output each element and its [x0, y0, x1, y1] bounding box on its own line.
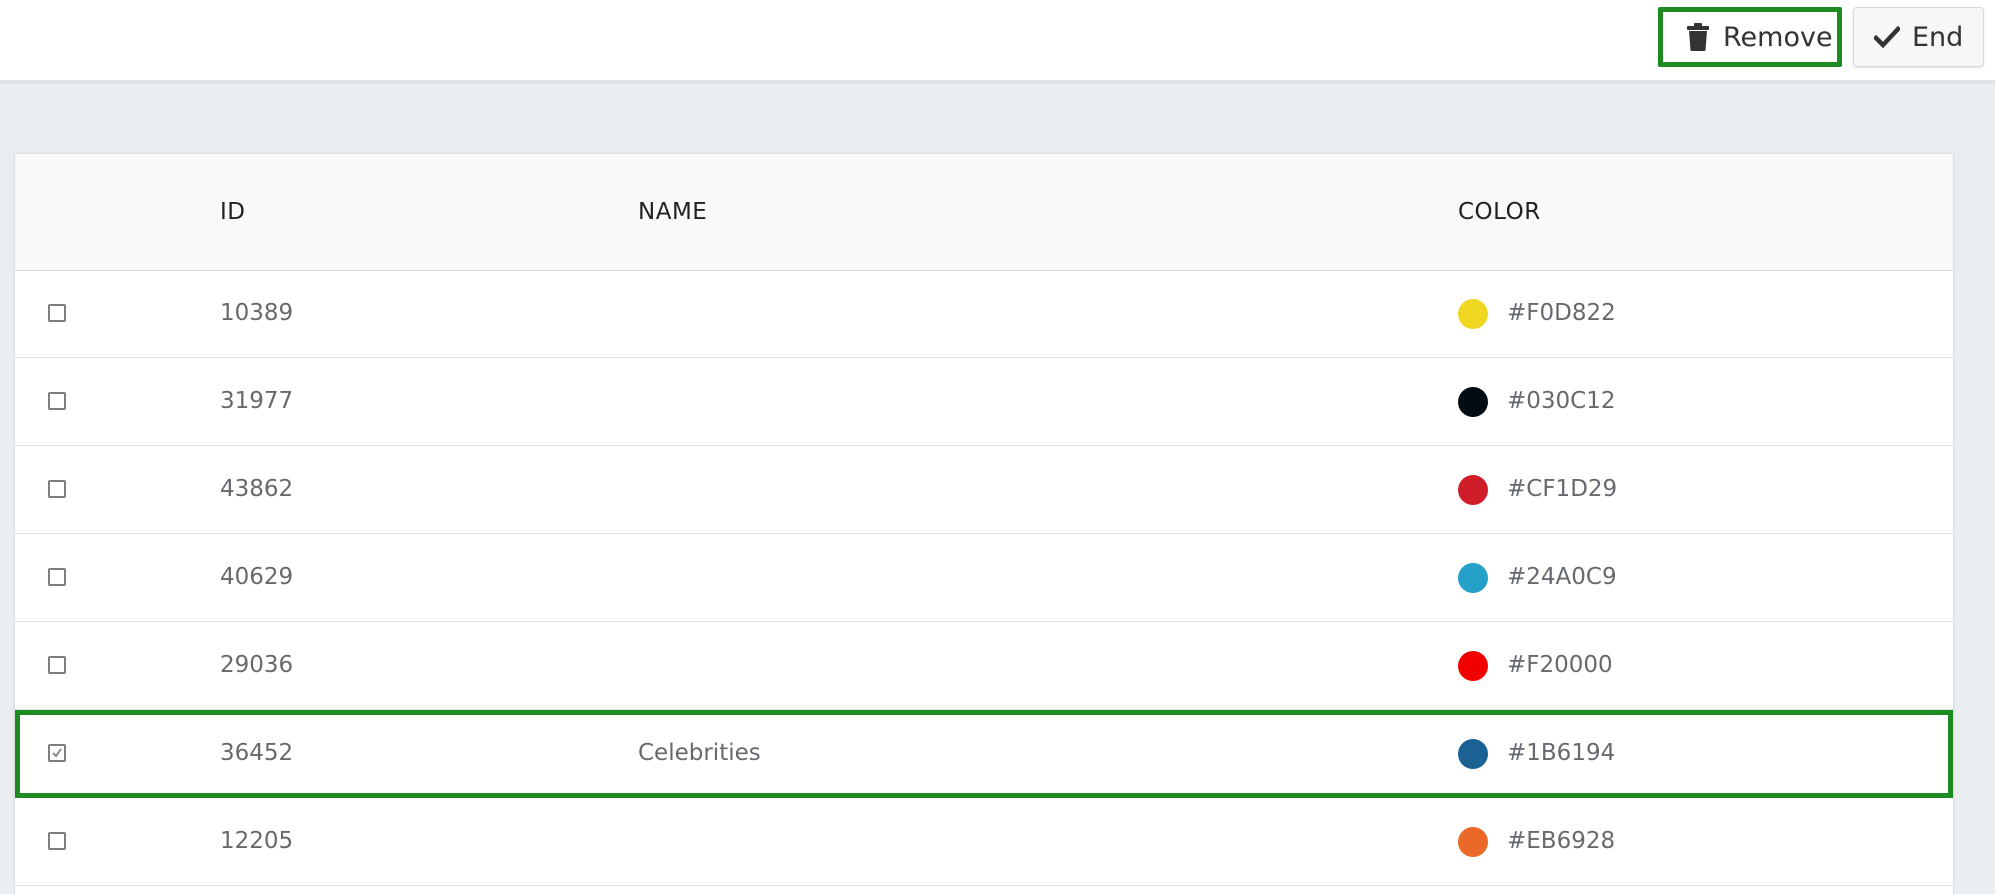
- trash-icon: [1687, 23, 1709, 51]
- table-row[interactable]: 40629 #24A0C9: [15, 534, 1953, 622]
- row-checkbox[interactable]: [48, 568, 66, 586]
- cell-color: #F20000: [1507, 652, 1613, 678]
- data-table: ID NAME COLOR 10389 #F0D822 31977 #030C12 43…: [15, 153, 1953, 894]
- cell-id: 29036: [220, 652, 294, 678]
- color-swatch: [1458, 563, 1488, 593]
- table-row[interactable]: 36452 Celebrities #1B6194: [15, 710, 1953, 798]
- cell-id: 10389: [220, 300, 294, 326]
- row-checkbox[interactable]: [48, 392, 66, 410]
- row-checkbox[interactable]: [48, 480, 66, 498]
- cell-color: #CF1D29: [1507, 476, 1618, 502]
- column-header-id[interactable]: ID: [220, 199, 246, 225]
- row-checkbox-checked[interactable]: [48, 744, 66, 762]
- color-swatch: [1458, 299, 1488, 329]
- color-swatch: [1458, 739, 1488, 769]
- table-header: ID NAME COLOR: [15, 154, 1953, 271]
- row-checkbox[interactable]: [48, 832, 66, 850]
- checkmark-icon: [52, 748, 62, 758]
- cell-color: #24A0C9: [1507, 564, 1617, 590]
- remove-button[interactable]: Remove: [1658, 7, 1842, 67]
- column-header-color[interactable]: COLOR: [1458, 199, 1541, 225]
- color-swatch: [1458, 651, 1488, 681]
- cell-color: #030C12: [1507, 388, 1616, 414]
- table-row[interactable]: 29036 #F20000: [15, 622, 1953, 710]
- end-button-label: End: [1912, 21, 1964, 53]
- color-swatch: [1458, 475, 1488, 505]
- cell-color: #F0D822: [1507, 300, 1616, 326]
- cell-id: 40629: [220, 564, 294, 590]
- row-checkbox[interactable]: [48, 656, 66, 674]
- check-icon: [1874, 26, 1900, 48]
- color-swatch: [1458, 387, 1488, 417]
- cell-color: #1B6194: [1507, 740, 1616, 766]
- table-row[interactable]: 12205 #EB6928: [15, 798, 1953, 886]
- cell-name: Celebrities: [638, 740, 761, 766]
- row-checkbox[interactable]: [48, 304, 66, 322]
- column-header-name[interactable]: NAME: [638, 199, 707, 225]
- cell-color: #EB6928: [1507, 828, 1616, 854]
- table-row[interactable]: 31977 #030C12: [15, 358, 1953, 446]
- cell-id: 36452: [220, 740, 294, 766]
- cell-id: 12205: [220, 828, 294, 854]
- remove-button-label: Remove: [1723, 21, 1833, 53]
- color-swatch: [1458, 827, 1488, 857]
- top-toolbar: Remove End: [0, 0, 1995, 81]
- table-row[interactable]: 10389 #F0D822: [15, 270, 1953, 358]
- end-button[interactable]: End: [1853, 7, 1984, 67]
- cell-id: 43862: [220, 476, 294, 502]
- table-row[interactable]: 43862 #CF1D29: [15, 446, 1953, 534]
- cell-id: 31977: [220, 388, 294, 414]
